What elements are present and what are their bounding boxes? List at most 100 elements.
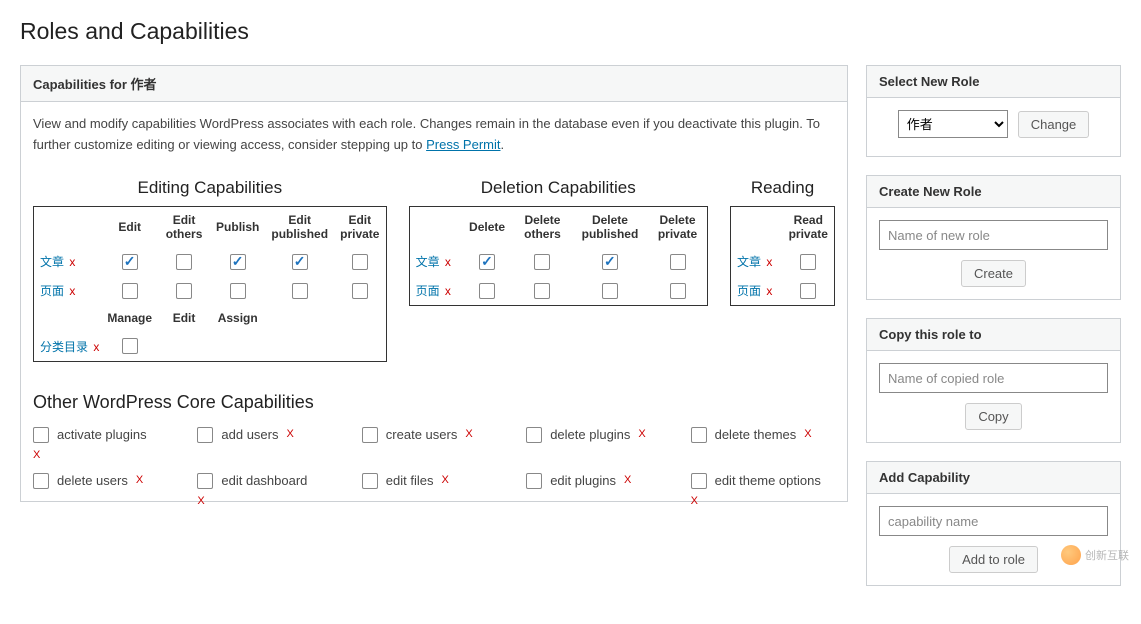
remove-icon[interactable]: X bbox=[442, 474, 449, 486]
checkbox[interactable] bbox=[691, 473, 707, 489]
checkbox[interactable] bbox=[197, 473, 213, 489]
row-label[interactable]: 文章 bbox=[737, 255, 761, 269]
checkbox[interactable] bbox=[691, 427, 707, 443]
deletion-title: Deletion Capabilities bbox=[409, 178, 708, 198]
editing-title: Editing Capabilities bbox=[33, 178, 387, 198]
row-label[interactable]: 页面 bbox=[416, 284, 440, 298]
checkbox[interactable] bbox=[292, 254, 308, 270]
checkbox[interactable] bbox=[292, 283, 308, 299]
checkbox[interactable] bbox=[352, 283, 368, 299]
col-read-private: Read private bbox=[783, 206, 835, 247]
col-delete: Delete bbox=[461, 206, 513, 247]
checkbox[interactable] bbox=[122, 254, 138, 270]
checkbox[interactable] bbox=[362, 427, 378, 443]
change-button[interactable]: Change bbox=[1018, 111, 1090, 138]
core-cap-item: edit dashboardX bbox=[197, 473, 341, 489]
add-capability-panel: Add Capability Add to role bbox=[866, 461, 1121, 586]
row-label[interactable]: 页面 bbox=[40, 284, 64, 298]
checkbox[interactable] bbox=[800, 283, 816, 299]
col-edit-others: Edit others bbox=[158, 206, 210, 247]
remove-icon[interactable]: X bbox=[638, 428, 645, 440]
checkbox[interactable] bbox=[362, 473, 378, 489]
copy-button[interactable]: Copy bbox=[965, 403, 1021, 430]
core-cap-label: create users bbox=[386, 427, 458, 442]
checkbox[interactable] bbox=[670, 283, 686, 299]
core-cap-item: edit files X bbox=[362, 473, 506, 489]
core-cap-item: delete themesX bbox=[691, 427, 835, 443]
editing-row-categories: 分类目录 x bbox=[34, 332, 387, 362]
core-cap-label: edit plugins bbox=[550, 473, 616, 488]
create-button[interactable]: Create bbox=[961, 260, 1026, 287]
core-caps-grid: activate pluginsX add users Xcreate users X… bbox=[33, 427, 835, 489]
remove-icon[interactable]: x bbox=[445, 255, 451, 269]
core-caps-title: Other WordPress Core Capabilities bbox=[33, 392, 835, 413]
col-delete-others: Delete others bbox=[513, 206, 572, 247]
checkbox[interactable] bbox=[176, 254, 192, 270]
checkbox[interactable] bbox=[534, 283, 550, 299]
row-label[interactable]: 文章 bbox=[416, 255, 440, 269]
checkbox[interactable] bbox=[33, 473, 49, 489]
description: View and modify capabilities WordPress a… bbox=[33, 114, 835, 156]
core-cap-label: delete plugins bbox=[550, 427, 630, 442]
checkbox[interactable] bbox=[122, 338, 138, 354]
row-label[interactable]: 页面 bbox=[737, 284, 761, 298]
remove-icon[interactable]: X bbox=[286, 428, 293, 440]
checkbox[interactable] bbox=[534, 254, 550, 270]
create-role-panel: Create New Role Create bbox=[866, 175, 1121, 300]
col-edit: Edit bbox=[101, 206, 158, 247]
remove-icon[interactable]: X bbox=[465, 428, 472, 440]
copy-role-panel: Copy this role to Copy bbox=[866, 318, 1121, 443]
core-cap-item: activate pluginsX bbox=[33, 427, 177, 443]
checkbox[interactable] bbox=[602, 254, 618, 270]
remove-icon[interactable]: X bbox=[804, 428, 811, 440]
remove-icon[interactable]: X bbox=[33, 449, 40, 461]
row-label[interactable]: 分类目录 bbox=[40, 340, 88, 354]
editing-row-posts: 文章 x bbox=[34, 247, 387, 276]
checkbox[interactable] bbox=[197, 427, 213, 443]
capability-input[interactable] bbox=[879, 506, 1108, 536]
remove-icon[interactable]: x bbox=[766, 284, 772, 298]
remove-icon[interactable]: X bbox=[691, 495, 698, 507]
checkbox[interactable] bbox=[33, 427, 49, 443]
remove-icon[interactable]: x bbox=[766, 255, 772, 269]
checkbox[interactable] bbox=[526, 473, 542, 489]
remove-icon[interactable]: X bbox=[136, 474, 143, 486]
core-cap-item: edit theme optionsX bbox=[691, 473, 835, 489]
checkbox[interactable] bbox=[352, 254, 368, 270]
col-delete-private: Delete private bbox=[648, 206, 707, 247]
copy-role-input[interactable] bbox=[879, 363, 1108, 393]
new-role-input[interactable] bbox=[879, 220, 1108, 250]
core-cap-item: add users X bbox=[197, 427, 341, 443]
deletion-capabilities: Deletion Capabilities Delete Delete othe… bbox=[409, 178, 708, 307]
checkbox[interactable] bbox=[479, 283, 495, 299]
checkbox[interactable] bbox=[230, 254, 246, 270]
remove-icon[interactable]: x bbox=[93, 340, 99, 354]
remove-icon[interactable]: x bbox=[445, 284, 451, 298]
col-edit-private: Edit private bbox=[334, 206, 386, 247]
core-cap-label: edit files bbox=[386, 473, 434, 488]
row-label[interactable]: 文章 bbox=[40, 255, 64, 269]
checkbox[interactable] bbox=[122, 283, 138, 299]
checkbox[interactable] bbox=[602, 283, 618, 299]
col-delete-published: Delete published bbox=[572, 206, 648, 247]
reading-row-posts: 文章 x bbox=[731, 247, 835, 276]
checkbox[interactable] bbox=[230, 283, 246, 299]
checkbox[interactable] bbox=[526, 427, 542, 443]
core-cap-label: delete users bbox=[57, 473, 128, 488]
remove-icon[interactable]: X bbox=[197, 495, 204, 507]
remove-icon[interactable]: x bbox=[69, 284, 75, 298]
add-to-role-button[interactable]: Add to role bbox=[949, 546, 1038, 573]
checkbox[interactable] bbox=[479, 254, 495, 270]
logo-icon bbox=[1061, 545, 1081, 565]
remove-icon[interactable]: x bbox=[69, 255, 75, 269]
role-select[interactable]: 作者 bbox=[898, 110, 1008, 138]
press-permit-link[interactable]: Press Permit bbox=[426, 137, 500, 152]
core-cap-label: add users bbox=[221, 427, 278, 442]
checkbox[interactable] bbox=[800, 254, 816, 270]
remove-icon[interactable]: X bbox=[624, 474, 631, 486]
reading-title: Reading bbox=[730, 178, 835, 198]
checkbox[interactable] bbox=[176, 283, 192, 299]
col-assign: Assign bbox=[210, 305, 265, 331]
col-publish: Publish bbox=[210, 206, 265, 247]
checkbox[interactable] bbox=[670, 254, 686, 270]
